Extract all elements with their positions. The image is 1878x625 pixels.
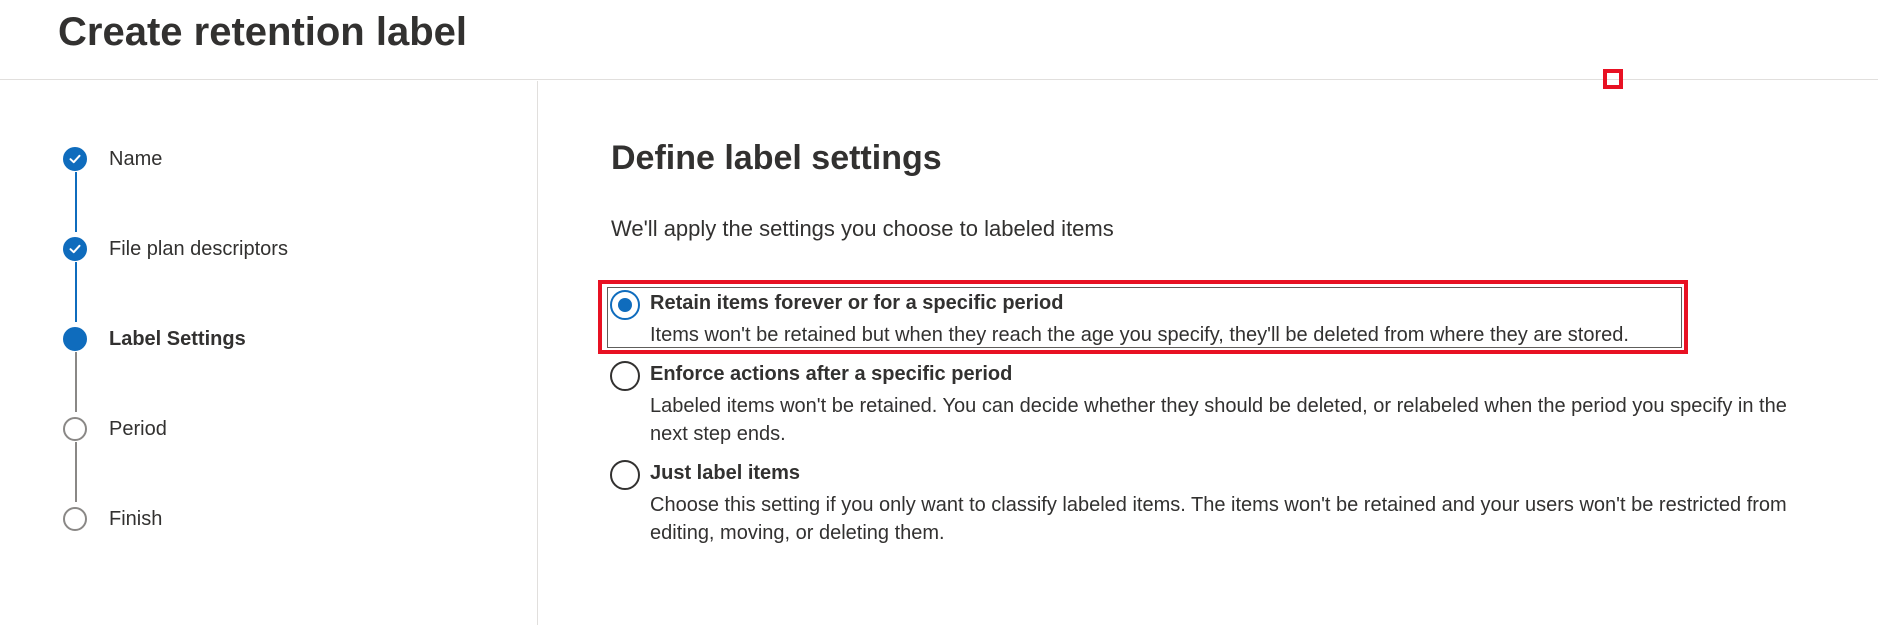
page-title: Create retention label — [58, 10, 468, 54]
wizard-step-label: Period — [109, 417, 167, 440]
checkmark-icon — [63, 147, 87, 171]
wizard-step-period: Period — [63, 416, 167, 442]
wizard-step-label: Finish — [109, 507, 163, 530]
option-description: Labeled items won't be retained. You can… — [650, 395, 1787, 445]
checkmark-icon — [63, 237, 87, 261]
wizard-step-name[interactable]: Name — [63, 146, 162, 172]
option-title: Retain items forever or for a specific p… — [650, 292, 1064, 314]
step-connector — [75, 262, 77, 322]
section-title: Define label settings — [611, 139, 942, 177]
radio-button[interactable] — [610, 361, 640, 391]
wizard-step-finish: Finish — [63, 506, 162, 532]
wizard-step-file-plan-descriptors[interactable]: File plan descriptors — [63, 236, 288, 262]
wizard-step-label: Name — [109, 147, 163, 170]
radio-button[interactable] — [610, 460, 640, 490]
option-enforce-actions[interactable]: Enforce actions after a specific period … — [610, 361, 1800, 449]
page-header: Create retention label — [0, 0, 1878, 80]
wizard-step-label-settings[interactable]: Label Settings — [63, 326, 246, 352]
section-description: We'll apply the settings you choose to l… — [611, 216, 1114, 241]
step-connector — [75, 352, 77, 412]
annotation-marker — [1603, 69, 1623, 89]
option-just-label[interactable]: Just label items Choose this setting if … — [610, 460, 1800, 548]
option-description: Items won't be retained but when they re… — [650, 324, 1629, 346]
option-description: Choose this setting if you only want to … — [650, 494, 1787, 544]
wizard-step-label: File plan descriptors — [109, 237, 288, 260]
step-connector — [75, 172, 77, 232]
wizard-step-label: Label Settings — [109, 327, 246, 350]
empty-circle-icon — [63, 507, 87, 531]
option-title: Enforce actions after a specific period — [650, 363, 1013, 385]
filled-circle-icon — [63, 327, 87, 351]
option-title: Just label items — [650, 462, 801, 484]
radio-button-selected[interactable] — [610, 290, 640, 320]
empty-circle-icon — [63, 417, 87, 441]
radio-dot — [618, 298, 632, 312]
step-connector — [75, 442, 77, 502]
option-retain-items[interactable]: Retain items forever or for a specific p… — [610, 290, 1800, 350]
